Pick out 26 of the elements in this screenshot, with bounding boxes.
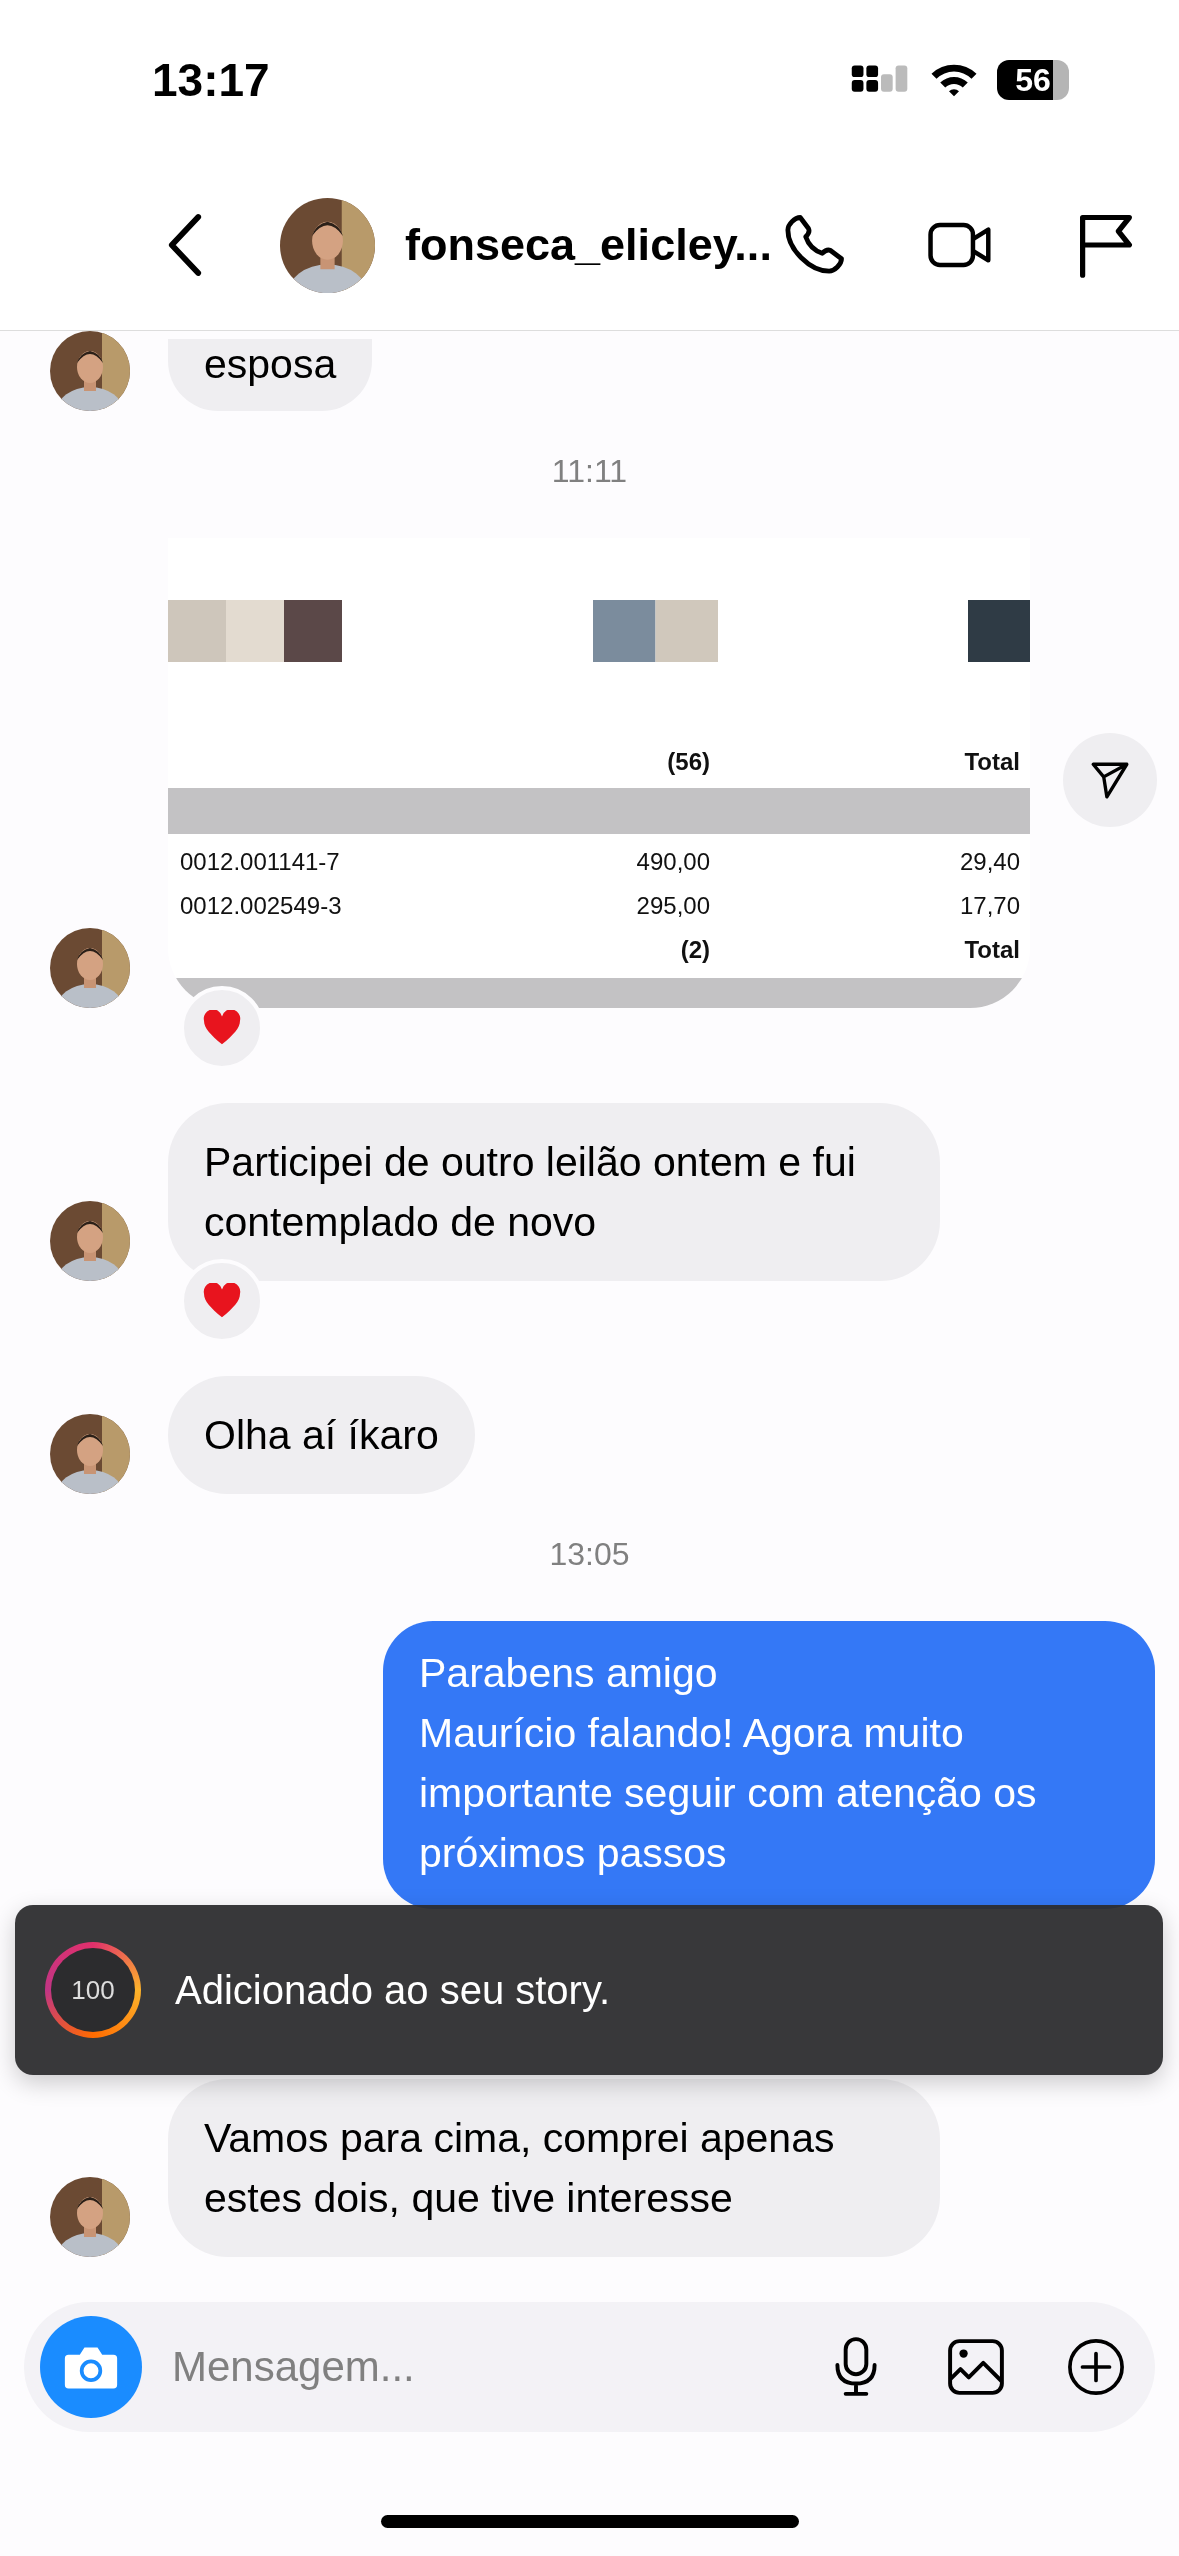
add-icon[interactable]: [1067, 2336, 1125, 2398]
table-cell-text: 0012.001141-7: [179, 848, 341, 876]
color-swatch: [968, 600, 1030, 662]
table-cell-text: Total: [963, 748, 1020, 776]
heart-icon: [202, 1283, 242, 1319]
message-bubble[interactable]: Vamos para cima, comprei apenas estes dois, que tive interesse: [168, 2079, 940, 2257]
username[interactable]: fonseca_elicley...: [405, 219, 772, 271]
message-bubble[interactable]: Olha aí íkaro: [168, 1376, 475, 1494]
timestamp: 13:05: [548, 1536, 631, 1573]
heart-icon: [202, 1010, 242, 1046]
timestamp: 11:11: [550, 453, 629, 490]
table-cell-text: 17,70: [958, 892, 1020, 920]
story-ring: 100: [45, 1942, 141, 2038]
battery-indicator: 56: [997, 60, 1069, 100]
message-bubble[interactable]: Participei de outro leilão ontem e fui contemplado de novo: [168, 1103, 940, 1281]
table-cell-text: 0012.002549-3: [179, 892, 343, 920]
toast-message: Adicionado ao seu story.: [175, 1967, 611, 2013]
table-cell-text: Total: [963, 936, 1020, 964]
status-time: 13:17: [152, 53, 270, 107]
table-cell-text: 29,40: [958, 848, 1020, 876]
table-cell-text: 295,00: [635, 892, 710, 920]
message-bubble[interactable]: esposa: [168, 339, 373, 411]
table-cell-text: (2): [679, 936, 710, 964]
table-cell-text: 490,00: [635, 848, 710, 876]
image-icon[interactable]: [947, 2336, 1005, 2398]
table-cell-text: (56): [666, 748, 710, 776]
